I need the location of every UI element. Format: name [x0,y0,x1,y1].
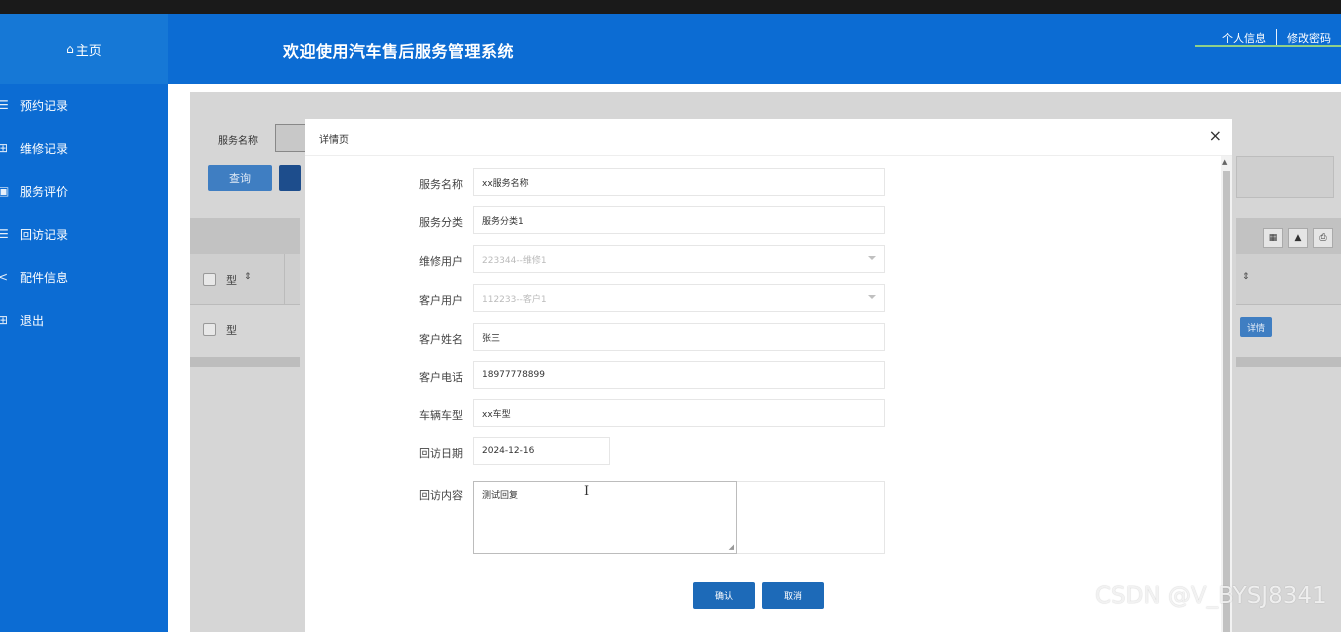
sidebar: ☰ 预约记录 ⊞ 维修记录 ▣ 服务评价 ☰ 回访记录 < 配件信息 ⊞ 退出 [0,84,168,632]
sidebar-item-label: 预约记录 [20,98,69,113]
resize-grip-icon[interactable]: ◢ [729,543,734,551]
sidebar-item-repairs[interactable]: ⊞ 维修记录 [0,138,68,158]
chevron-down-icon [868,256,876,260]
sort-icon[interactable]: ⇕ [1242,272,1250,282]
sidebar-item-logout[interactable]: ⊞ 退出 [0,310,44,330]
home-link[interactable]: ⌂ 主页 [0,14,168,84]
grid-icon: ⊞ [0,141,9,155]
header-link-underline [1195,45,1341,47]
table-toolbar [190,218,300,254]
field-label-followup-date: 回访日期 [419,447,463,460]
cancel-button[interactable]: 取消 [762,582,824,609]
grid-icon: ⊞ [0,313,9,327]
field-label-service-category: 服务分类 [419,216,463,229]
top-header: ⌂ 主页 欢迎使用汽车售后服务管理系统 个人信息 修改密码 [0,14,1341,84]
columns-icon[interactable]: ▦ [1263,228,1283,248]
print-icon[interactable]: ⎙ [1313,228,1333,248]
customer-phone-field[interactable]: 18977778899 [473,361,885,389]
sort-icon[interactable]: ⇕ [244,272,252,282]
search-area-right [1236,156,1334,198]
field-value: 18977778899 [482,370,545,380]
detail-button[interactable]: 详情 [1240,317,1272,337]
repair-user-select[interactable]: 223344--维修1 [473,245,885,273]
sidebar-item-reviews[interactable]: ▣ 服务评价 [0,181,68,201]
table-header-right: ⇕ [1236,254,1341,305]
field-label-repair-user: 维修用户 [419,255,463,268]
share-icon: < [0,270,9,284]
sidebar-item-parts[interactable]: < 配件信息 [0,267,68,287]
field-value: 服务分类1 [482,216,524,227]
customer-name-field[interactable]: 张三 [473,323,885,351]
home-label: 主页 [75,43,102,59]
home-icon: ⌂ [66,42,74,56]
secondary-button[interactable] [279,165,301,191]
modal-title: 详情页 [319,135,349,146]
sidebar-item-label: 回访记录 [20,227,69,242]
row-checkbox[interactable] [203,323,216,336]
export-icon[interactable]: ▲ [1288,228,1308,248]
modal-divider [305,155,1232,156]
field-label-customer-phone: 客户电话 [419,371,463,384]
sidebar-item-label: 配件信息 [20,270,69,285]
column-divider [284,254,285,304]
table-cell: 型 [226,324,237,337]
field-label-service-name: 服务名称 [419,178,463,191]
textarea-outer-box [737,481,885,554]
query-button[interactable]: 查询 [208,165,272,191]
customer-user-select[interactable]: 112233--客户1 [473,284,885,312]
sidebar-item-label: 维修记录 [20,141,69,156]
modal-scrollbar-thumb[interactable] [1223,171,1230,632]
close-icon[interactable]: × [1209,126,1222,145]
list-icon: ☰ [0,98,9,112]
field-label-customer-name: 客户姓名 [419,333,463,346]
watermark: CSDN @V_BYSJ8341 [1095,583,1327,609]
search-input[interactable] [275,124,307,152]
sidebar-item-followups[interactable]: ☰ 回访记录 [0,224,68,244]
field-label-vehicle-model: 车辆车型 [419,409,463,422]
field-value: xx服务名称 [482,178,529,189]
table-scrollbar[interactable] [190,357,300,367]
field-label-customer-user: 客户用户 [419,294,463,307]
profile-link[interactable]: 个人信息 [1212,30,1276,46]
chevron-down-icon [868,295,876,299]
sidebar-item-label: 退出 [20,313,45,328]
app-window: ⌂ 主页 欢迎使用汽车售后服务管理系统 个人信息 修改密码 ☰ 预约记录 ⊞ 维… [0,14,1341,632]
change-password-link[interactable]: 修改密码 [1277,30,1341,46]
service-name-field[interactable]: xx服务名称 [473,168,885,196]
field-value: 223344--维修1 [482,255,547,266]
column-header[interactable]: 型 [226,272,237,288]
field-label-followup-content: 回访内容 [419,489,463,502]
page-title: 欢迎使用汽车售后服务管理系统 [283,42,515,61]
field-value: 112233--客户1 [482,294,547,305]
scroll-up-icon[interactable]: ▲ [1222,158,1227,166]
select-all-checkbox[interactable] [203,273,216,286]
detail-modal: 详情页 × ▲ 服务名称 xx服务名称 服务分类 服务分类1 维修用户 2233… [305,119,1232,632]
field-value: 2024-12-16 [482,446,535,456]
list-icon: ☰ [0,227,9,241]
service-category-field[interactable]: 服务分类1 [473,206,885,234]
field-value: 测试回复 [482,491,519,501]
followup-content-textarea[interactable]: 测试回复 ◢ [473,481,737,554]
monitor-icon: ▣ [0,184,10,198]
field-value: 张三 [482,333,501,344]
sidebar-item-label: 服务评价 [20,184,69,199]
field-value: xx车型 [482,409,511,420]
search-label: 服务名称 [218,136,258,147]
text-cursor-icon: I [584,484,590,499]
followup-date-field[interactable]: 2024-12-16 [473,437,610,465]
confirm-button[interactable]: 确认 [693,582,755,609]
table-scrollbar-right[interactable] [1236,357,1341,367]
vehicle-model-field[interactable]: xx车型 [473,399,885,427]
sidebar-item-appointments[interactable]: ☰ 预约记录 [0,95,68,115]
table-row: 型 [190,305,300,355]
